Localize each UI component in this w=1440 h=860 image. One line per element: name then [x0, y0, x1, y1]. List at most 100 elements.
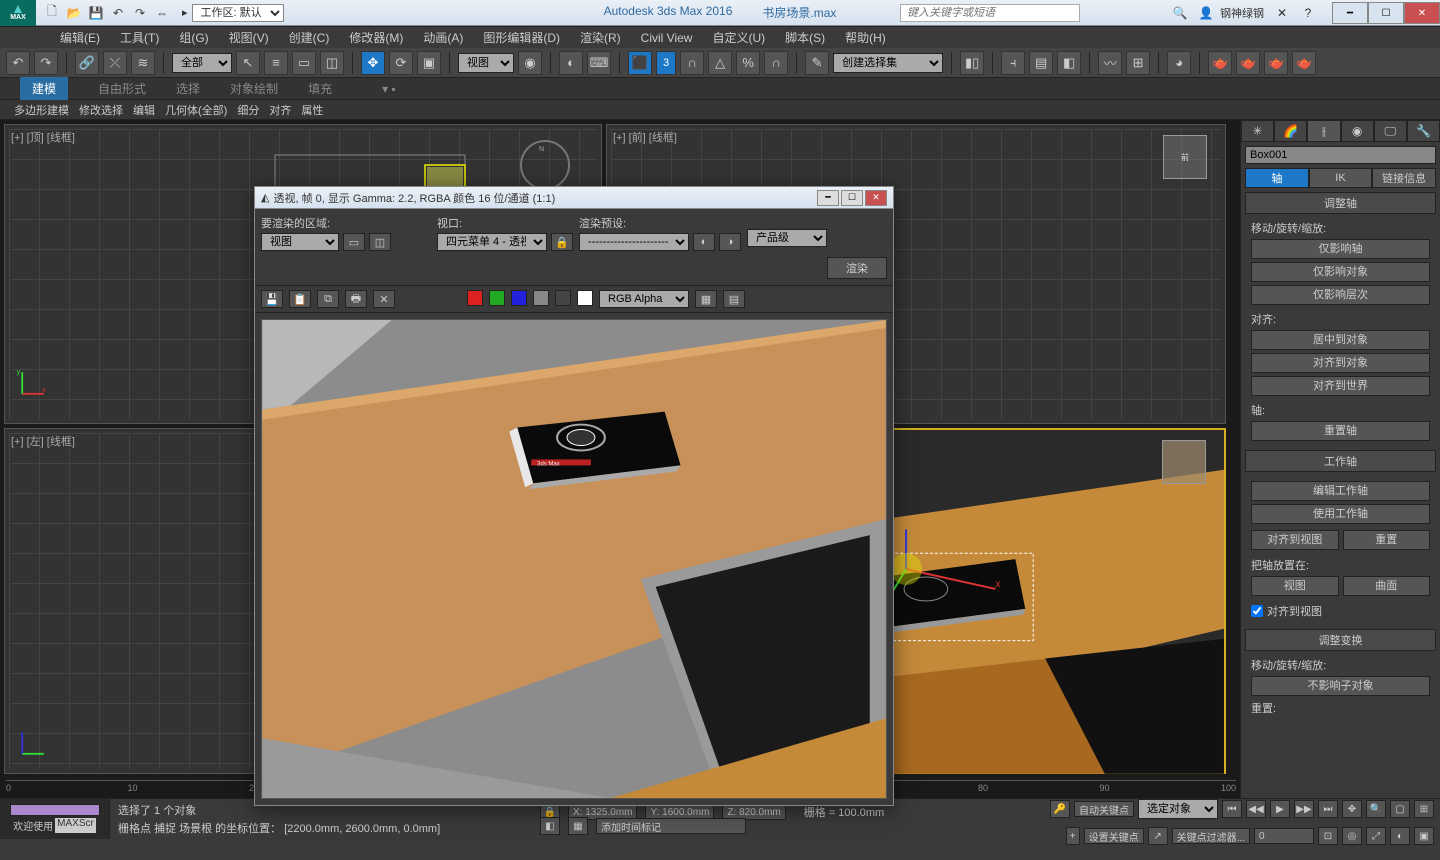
dolly-icon[interactable]: ⤢	[1366, 827, 1386, 845]
pivot-tab[interactable]: 轴	[1245, 168, 1309, 188]
red-channel-icon[interactable]	[467, 290, 483, 306]
menu-customize[interactable]: 自定义(U)	[712, 29, 765, 46]
align-to-object-button[interactable]: 对齐到对象	[1251, 353, 1430, 373]
new-icon[interactable]: 🗋	[42, 3, 62, 23]
select-name-button[interactable]: ≡	[264, 51, 288, 75]
keyboard-shortcut-button[interactable]: ⌨	[587, 51, 611, 75]
maxscript-label[interactable]: MAXScr	[55, 818, 96, 833]
goto-start-icon[interactable]: ⏮	[1222, 800, 1242, 818]
window-crossing-button[interactable]: ◫	[320, 51, 344, 75]
time-tag-input[interactable]: 添加时间标记	[596, 818, 746, 834]
percent-snap2-button[interactable]: %	[736, 51, 760, 75]
signin-icon[interactable]: 👤	[1194, 3, 1218, 23]
copy-image-icon[interactable]: 📋	[289, 290, 311, 308]
walk-icon[interactable]: ◐	[1390, 827, 1410, 845]
render-close-button[interactable]: ✕	[865, 190, 887, 206]
align-to-world-button[interactable]: 对齐到世界	[1251, 376, 1430, 396]
affect-pivot-button[interactable]: 仅影响轴	[1251, 239, 1430, 259]
render-maximize-button[interactable]: ☐	[841, 190, 863, 206]
channel-select[interactable]: RGB Alpha	[599, 290, 689, 308]
menu-views[interactable]: 视图(V)	[229, 29, 269, 46]
named-selection-select[interactable]: 创建选择集	[833, 53, 943, 73]
help-icon[interactable]: ?	[1296, 3, 1320, 23]
zoom-icon[interactable]: 🔍	[1366, 800, 1386, 818]
ribbon-tab-objectpaint[interactable]: 对象绘制	[230, 80, 278, 97]
render-output[interactable]: 3ds Max	[261, 319, 887, 799]
edit-region-icon[interactable]: ▭	[343, 233, 365, 251]
fov-icon[interactable]: ▢	[1390, 800, 1410, 818]
exchange-icon[interactable]: ✕	[1270, 3, 1294, 23]
auto-region-icon[interactable]: ◫	[369, 233, 391, 251]
zoom-all-icon[interactable]: ⊞	[1414, 800, 1434, 818]
menu-civilview[interactable]: Civil View	[641, 31, 693, 45]
menu-help[interactable]: 帮助(H)	[845, 29, 886, 46]
place-view-button[interactable]: 视图	[1251, 576, 1339, 596]
place-surface-button[interactable]: 曲面	[1343, 576, 1431, 596]
open-icon[interactable]: 📂	[64, 3, 84, 23]
ribbon-panel[interactable]: 编辑	[133, 102, 155, 118]
ribbon-panel[interactable]: 细分	[237, 102, 259, 118]
render-setup-button[interactable]: 🫖	[1208, 51, 1232, 75]
pivot-center-button[interactable]: ◉	[518, 51, 542, 75]
viewport-label[interactable]: [+] [顶] [线框]	[11, 129, 75, 145]
print-icon[interactable]: 🖶	[345, 290, 367, 308]
environment-icon[interactable]: ◑	[719, 233, 741, 251]
dont-affect-children-button[interactable]: 不影响子对象	[1251, 676, 1430, 696]
center-to-object-button[interactable]: 居中到对象	[1251, 330, 1430, 350]
setkey-button[interactable]: 设置关键点	[1084, 828, 1144, 844]
reset-button[interactable]: 重置	[1343, 530, 1431, 550]
save-icon[interactable]: 💾	[86, 3, 106, 23]
render-minimize-button[interactable]: ━	[817, 190, 839, 206]
render-viewport-select[interactable]: 四元菜单 4 - 透视	[437, 233, 547, 251]
search-input[interactable]	[900, 4, 1080, 22]
toggle-overlay1-icon[interactable]: ▦	[695, 290, 717, 308]
viewport-label[interactable]: [+] [前] [线框]	[613, 129, 677, 145]
render-preset-select[interactable]: -------------------------	[579, 233, 689, 251]
layer-button[interactable]: ▤	[1029, 51, 1053, 75]
save-image-icon[interactable]: 💾	[261, 290, 283, 308]
ribbon-panel[interactable]: 修改选择	[79, 102, 123, 118]
ik-tab[interactable]: IK	[1309, 168, 1373, 188]
mirror-button[interactable]: ▮▯	[960, 51, 984, 75]
blue-channel-icon[interactable]	[511, 290, 527, 306]
ribbon-tab-freeform[interactable]: 自由形式	[98, 80, 146, 97]
reset-axis-button[interactable]: 重置轴	[1251, 421, 1430, 441]
select-move-button[interactable]: ✥	[361, 51, 385, 75]
render-area-select[interactable]: 视图	[261, 233, 339, 251]
viewport-label[interactable]: [+] [左] [线框]	[11, 433, 75, 449]
spinner-snap2-button[interactable]: ∩	[764, 51, 788, 75]
max-viewport-icon[interactable]: ▣	[1414, 827, 1434, 845]
lock-viewport-icon[interactable]: 🔒	[551, 233, 573, 251]
ribbon-tab-modeling[interactable]: 建模	[20, 77, 68, 100]
toggle-overlay2-icon[interactable]: ▤	[723, 290, 745, 308]
select-rect-button[interactable]: ▭	[292, 51, 316, 75]
edit-named-button[interactable]: ✎	[805, 51, 829, 75]
tab-display-icon[interactable]: 🖵	[1374, 120, 1407, 141]
maximize-button[interactable]: ☐	[1368, 2, 1404, 24]
ribbon-panel[interactable]: 属性	[301, 102, 323, 118]
search-icon[interactable]: 🔍	[1168, 3, 1192, 23]
key-icon[interactable]: 🔑	[1050, 800, 1070, 818]
select-rotate-button[interactable]: ⟳	[389, 51, 413, 75]
time-config-icon[interactable]: ⊡	[1318, 827, 1338, 845]
angle-snap-button[interactable]: 3	[656, 51, 676, 75]
ribbon-panel[interactable]: 对齐	[269, 102, 291, 118]
render-prod-button[interactable]: 🫖	[1292, 51, 1316, 75]
render-production-select[interactable]: 产品级	[747, 229, 827, 247]
next-frame-icon[interactable]: ▶▶	[1294, 800, 1314, 818]
link-button[interactable]: 🔗	[75, 51, 99, 75]
selection-lock-icon[interactable]: ▦	[568, 817, 588, 835]
align-to-view-check[interactable]	[1251, 605, 1263, 617]
menu-maxscript[interactable]: 脚本(S)	[785, 29, 825, 46]
tab-hierarchy-icon[interactable]: ⫲	[1307, 120, 1340, 141]
select-object-button[interactable]: ↖	[236, 51, 260, 75]
ribbon-expander-icon[interactable]: ▾ ▪	[382, 82, 396, 96]
ribbon-panel[interactable]: 几何体(全部)	[165, 102, 227, 118]
tab-create-icon[interactable]: ✳	[1241, 120, 1274, 141]
minimize-button[interactable]: ━	[1332, 2, 1368, 24]
object-name-input[interactable]	[1245, 146, 1436, 164]
ref-coord-select[interactable]: 视图	[458, 53, 514, 73]
render-title-bar[interactable]: ◭ 透视, 帧 0, 显示 Gamma: 2.2, RGBA 颜色 16 位/通…	[255, 187, 893, 209]
undo-icon[interactable]: ↶	[108, 3, 128, 23]
tab-motion-icon[interactable]: ◉	[1341, 120, 1374, 141]
